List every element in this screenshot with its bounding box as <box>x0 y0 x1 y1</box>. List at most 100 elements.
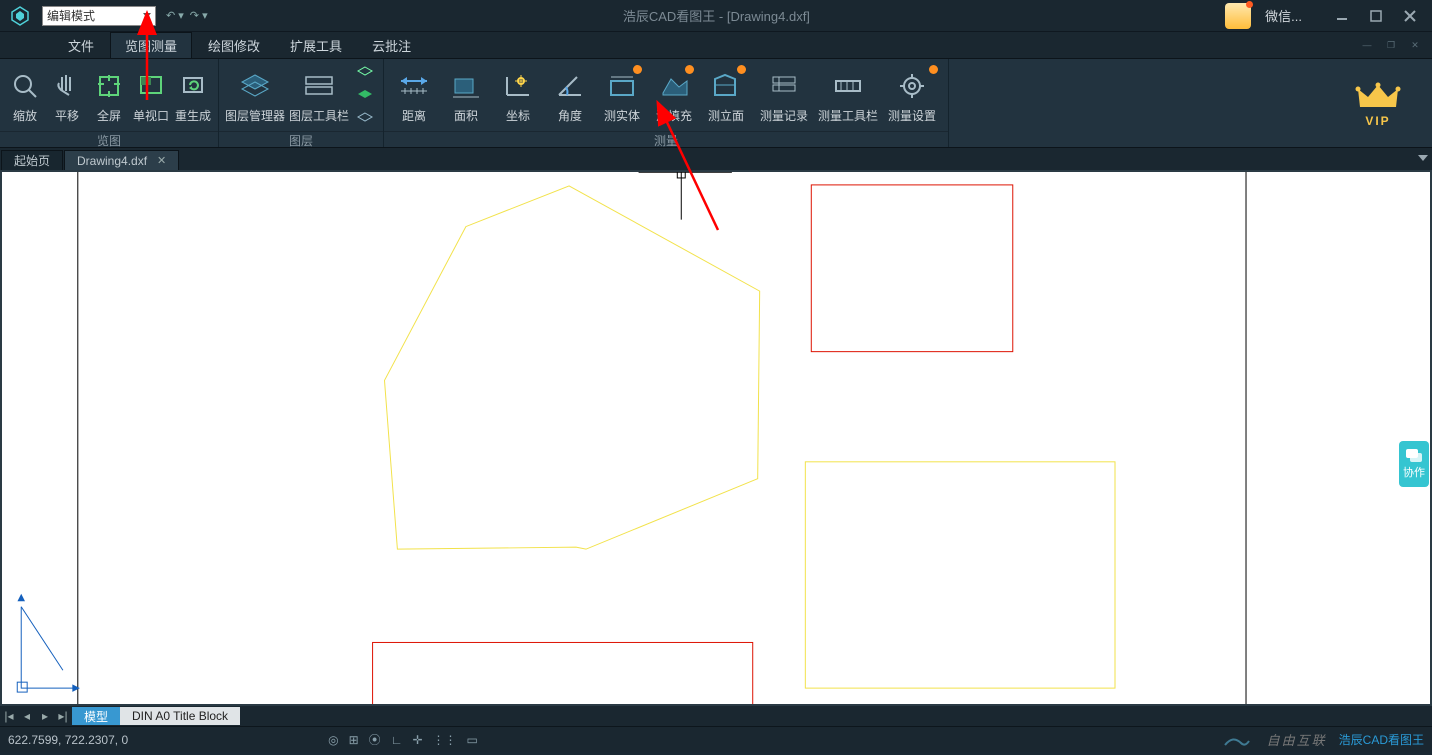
regen-label: 重生成 <box>175 107 211 124</box>
pan-icon <box>48 67 86 105</box>
angle-icon <box>551 67 589 105</box>
area-button[interactable]: 面积 <box>440 61 492 129</box>
vip-badge[interactable]: VIP <box>1354 79 1402 128</box>
measure-fill-button[interactable]: 测填充 <box>648 61 700 129</box>
layers-icon <box>236 67 274 105</box>
quick-access-toolbar: ↶ ▾ ↷ ▾ <box>166 9 208 22</box>
layer-toolbar-button[interactable]: 图层工具栏 <box>287 61 351 129</box>
model-tab-model-label: 模型 <box>84 708 108 725</box>
menu-cloud-annotate[interactable]: 云批注 <box>358 32 425 58</box>
model-tab-layout[interactable]: DIN A0 Title Block <box>120 707 240 725</box>
coord-button[interactable]: 坐标 <box>492 61 544 129</box>
status-coords: 622.7599, 722.2307, 0 <box>8 733 128 747</box>
status-ortho-icon[interactable]: ∟ <box>391 733 403 747</box>
collab-button[interactable]: 协作 <box>1399 441 1429 487</box>
single-viewport-button[interactable]: 单视口 <box>130 61 172 129</box>
mode-select[interactable]: 编辑模式 <box>42 6 156 26</box>
menu-draw-modify[interactable]: 绘图修改 <box>194 32 274 58</box>
distance-icon <box>395 67 433 105</box>
redo-icon[interactable]: ↷ ▾ <box>190 9 208 22</box>
menu-extend-tools[interactable]: 扩展工具 <box>276 32 356 58</box>
titlebar: 编辑模式 ↶ ▾ ↷ ▾ 浩辰CAD看图王 - [Drawing4.dxf] 微… <box>0 0 1432 32</box>
layer-manager-button[interactable]: 图层管理器 <box>223 61 287 129</box>
fullscreen-icon <box>90 67 128 105</box>
ribbon-restore-icon[interactable]: ❐ <box>1382 38 1400 52</box>
status-icon-tray: ◎ ⊞ ⦿ ∟ ✛ ⋮⋮ ▭ <box>328 731 478 748</box>
tab-start-page-label: 起始页 <box>14 152 50 169</box>
ribbon-group-view: 缩放 平移 全屏 单视口 重生成 览图 <box>0 59 219 147</box>
area-label: 面积 <box>454 107 478 124</box>
status-select-icon[interactable]: ▭ <box>467 733 478 747</box>
layer-manager-label: 图层管理器 <box>225 107 285 124</box>
ribbon-group-layer: 图层管理器 图层工具栏 图层 <box>219 59 384 147</box>
ribbon-close-icon[interactable]: ✕ <box>1406 38 1424 52</box>
tab-drawing4[interactable]: Drawing4.dxf ✕ <box>64 150 179 170</box>
regen-icon <box>174 67 212 105</box>
layer-toolbar-icon <box>300 67 338 105</box>
fullscreen-button[interactable]: 全屏 <box>88 61 130 129</box>
badge-icon <box>737 65 746 74</box>
statusbar: 622.7599, 722.2307, 0 ◎ ⊞ ⦿ ∟ ✛ ⋮⋮ ▭ 自由互… <box>0 726 1432 752</box>
tab-nav-prev[interactable]: ◂ <box>18 707 36 725</box>
close-button[interactable] <box>1398 4 1422 28</box>
status-snap-icon[interactable]: ⦿ <box>369 731 381 748</box>
tab-nav-next[interactable]: ▸ <box>36 707 54 725</box>
tab-overflow-button[interactable] <box>1418 150 1428 164</box>
measure-record-label: 测量记录 <box>760 107 808 124</box>
tab-nav-first[interactable]: |◂ <box>0 707 18 725</box>
measure-entity-label: 测实体 <box>604 107 640 124</box>
regen-button[interactable]: 重生成 <box>172 61 214 129</box>
measure-fill-label: 测填充 <box>656 107 692 124</box>
pan-button[interactable]: 平移 <box>46 61 88 129</box>
gear-icon <box>893 67 931 105</box>
layer-substack <box>351 61 379 129</box>
status-otrack-icon[interactable]: ⋮⋮ <box>433 733 457 747</box>
drawing-canvas[interactable] <box>0 170 1432 706</box>
status-grid-icon[interactable]: ⊞ <box>349 733 359 747</box>
tab-drawing4-label: Drawing4.dxf <box>77 154 147 168</box>
user-avatar-button[interactable] <box>1225 3 1251 29</box>
wechat-label[interactable]: 微信... <box>1265 6 1302 25</box>
menubar: 文件 览图测量 绘图修改 扩展工具 云批注 — ❐ ✕ <box>0 32 1432 58</box>
zoom-label: 缩放 <box>13 107 37 124</box>
tab-nav-last[interactable]: ▸| <box>54 707 72 725</box>
status-polar-icon[interactable]: ✛ <box>412 733 422 747</box>
collab-label: 协作 <box>1403 464 1425 480</box>
undo-icon[interactable]: ↶ ▾ <box>166 9 184 22</box>
layer-small-icon-3[interactable] <box>356 111 374 125</box>
chevron-down-icon <box>143 13 151 18</box>
chat-icon <box>1405 448 1423 464</box>
menu-view-measure[interactable]: 览图测量 <box>110 32 192 58</box>
menu-file[interactable]: 文件 <box>54 32 108 58</box>
measure-toolbar-button[interactable]: 测量工具栏 <box>816 61 880 129</box>
model-tab-layout-label: DIN A0 Title Block <box>132 709 228 723</box>
model-tab-model[interactable]: 模型 <box>72 707 120 725</box>
close-icon[interactable]: ✕ <box>157 154 166 167</box>
measure-entity-button[interactable]: 测实体 <box>596 61 648 129</box>
watermark-text: 自由互联 <box>1267 730 1327 749</box>
distance-button[interactable]: 距离 <box>388 61 440 129</box>
layer-small-icon-2[interactable] <box>356 88 374 102</box>
record-icon <box>765 67 803 105</box>
layer-small-icon-1[interactable] <box>356 65 374 79</box>
measure-settings-label: 测量设置 <box>888 107 936 124</box>
badge-icon <box>929 65 938 74</box>
coord-label: 坐标 <box>506 107 530 124</box>
measure-settings-button[interactable]: 测量设置 <box>880 61 944 129</box>
fullscreen-label: 全屏 <box>97 107 121 124</box>
ribbon-group-measure: 距离 面积 坐标 角度 测实体 测填充 <box>384 59 949 147</box>
angle-button[interactable]: 角度 <box>544 61 596 129</box>
window-title: 浩辰CAD看图王 - [Drawing4.dxf] <box>208 6 1226 25</box>
angle-label: 角度 <box>558 107 582 124</box>
maximize-button[interactable] <box>1364 4 1388 28</box>
minimize-button[interactable] <box>1330 4 1354 28</box>
measure-record-button[interactable]: 测量记录 <box>752 61 816 129</box>
zoom-button[interactable]: 缩放 <box>4 61 46 129</box>
app-logo-icon <box>4 4 36 28</box>
measure-elevation-button[interactable]: 测立面 <box>700 61 752 129</box>
model-tabstrip: |◂ ◂ ▸ ▸| 模型 DIN A0 Title Block <box>0 706 1432 726</box>
ribbon-minimize-icon[interactable]: — <box>1358 38 1376 52</box>
distance-label: 距离 <box>402 107 426 124</box>
tab-start-page[interactable]: 起始页 <box>1 150 63 170</box>
status-target-icon[interactable]: ◎ <box>328 733 338 747</box>
